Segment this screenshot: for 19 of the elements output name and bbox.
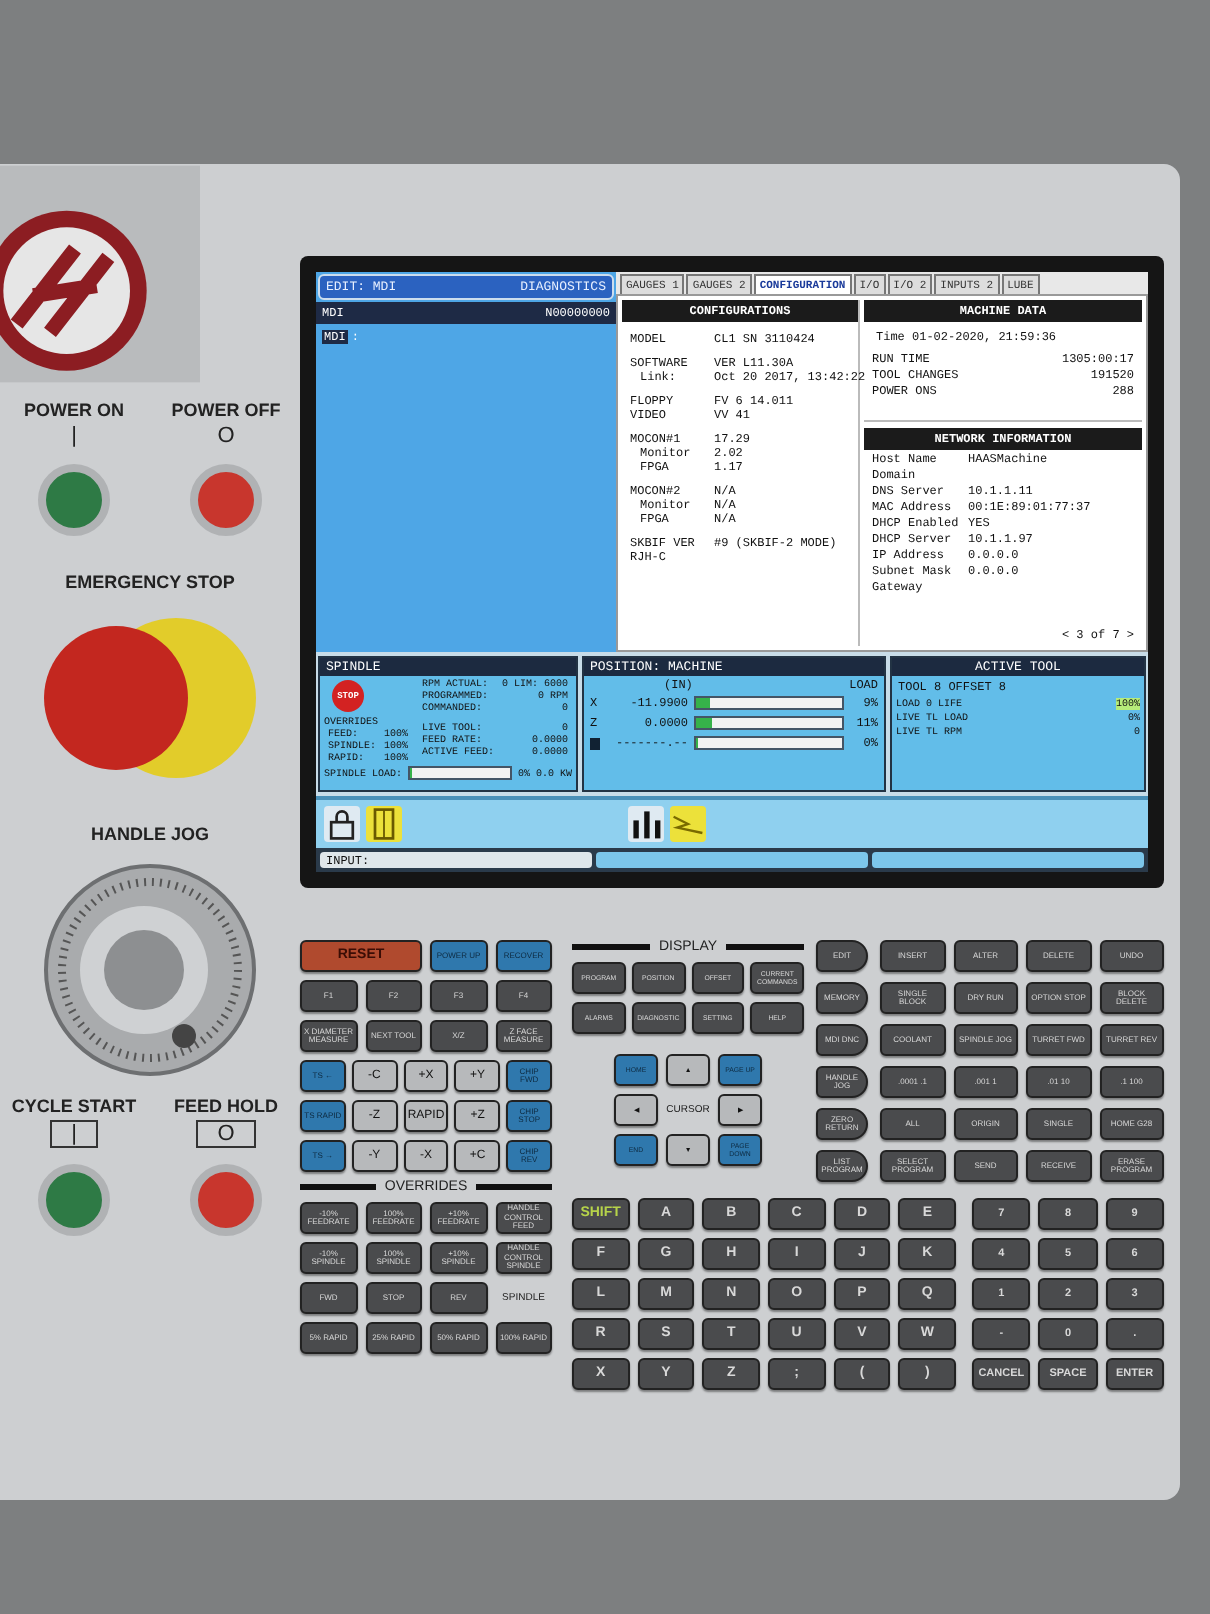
button-label: CYCLE START bbox=[11, 1096, 137, 1116]
cycle-start-button[interactable] bbox=[38, 1164, 110, 1236]
symbol-label: | bbox=[49, 1120, 99, 1148]
symbol-label: | bbox=[71, 424, 77, 448]
feed-hold-button[interactable] bbox=[190, 1164, 262, 1236]
button-label: POWER ON bbox=[23, 400, 124, 420]
zigzag-icon[interactable] bbox=[670, 806, 706, 842]
button-label: EMERGENCY STOP bbox=[65, 572, 235, 592]
button-label: POWER OFF bbox=[171, 400, 281, 420]
bars-icon[interactable] bbox=[628, 806, 664, 842]
symbol-label: O bbox=[195, 1120, 257, 1148]
symbol-label: O bbox=[217, 424, 235, 448]
padlock-icon[interactable] bbox=[324, 806, 360, 842]
power-off-button[interactable] bbox=[190, 464, 262, 536]
door-icon[interactable] bbox=[366, 806, 402, 842]
button-label: HANDLE JOG bbox=[90, 824, 209, 844]
button-label: FEED HOLD bbox=[173, 1096, 278, 1116]
handwheel-drawing[interactable] bbox=[40, 860, 260, 1080]
power-on-button[interactable] bbox=[38, 464, 110, 536]
